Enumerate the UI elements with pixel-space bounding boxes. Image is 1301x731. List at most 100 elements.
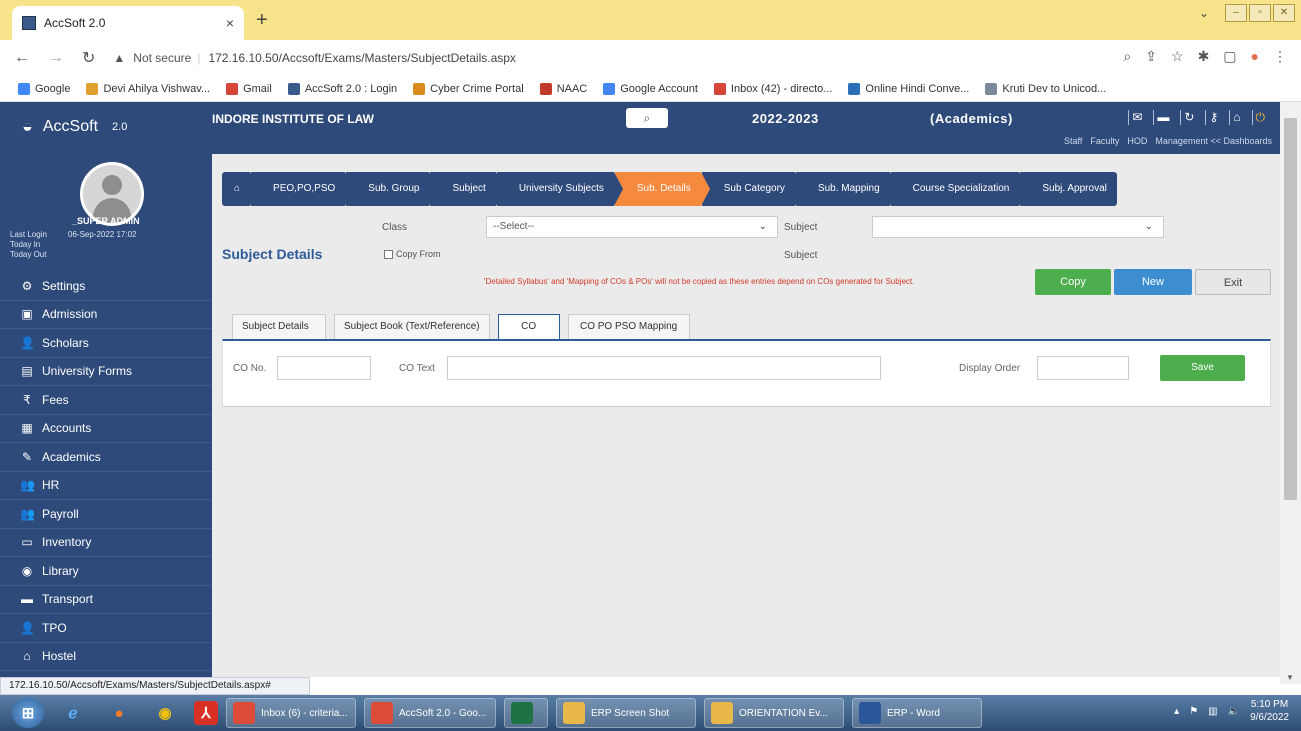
sidebar-item-settings[interactable]: ⚙ Settings (0, 272, 212, 301)
copy-button[interactable]: Copy (1035, 269, 1111, 295)
chrome-icon[interactable]: ◉ (148, 698, 182, 728)
scrollbar-thumb[interactable] (1284, 118, 1297, 500)
sidebar-item-inventory[interactable]: ▭ Inventory (0, 529, 212, 557)
taskbar-app[interactable]: Inbox (6) - criteria... (226, 698, 356, 728)
volume-icon[interactable]: 🔈 (1228, 706, 1240, 717)
acrobat-icon[interactable]: ⅄ (194, 701, 218, 725)
internet-explorer-icon[interactable]: ℯ (56, 698, 90, 728)
bookmark-item[interactable]: Devi Ahilya Vishwav... (86, 82, 210, 95)
scroll-down-icon[interactable]: ▼ (1286, 673, 1294, 682)
sidebar-item-tpo[interactable]: 👤 TPO (0, 614, 212, 643)
key-icon[interactable]: ⚷ (1205, 110, 1221, 125)
tab-co[interactable]: CO (497, 314, 560, 340)
new-button[interactable]: New (1114, 269, 1192, 295)
star-icon[interactable]: ☆ (1171, 48, 1184, 65)
taskbar-app[interactable] (504, 698, 548, 728)
flag-icon[interactable]: ⚑ (1189, 706, 1198, 717)
tab-subject-book-text-reference-[interactable]: Subject Book (Text/Reference) (334, 314, 490, 340)
sidebar-item-accounts[interactable]: ▦ Accounts (0, 415, 212, 443)
not-secure-label[interactable]: Not secure (133, 51, 191, 65)
app-logo[interactable]: ◒ AccSoft 2.0 (22, 116, 127, 137)
wizard-step[interactable]: Sub. Details (614, 172, 710, 206)
chevron-down-icon[interactable]: ⌄ (1199, 6, 1209, 20)
wizard-step[interactable]: ⌂ (222, 172, 260, 206)
co-no-input[interactable] (277, 356, 371, 380)
home-icon[interactable]: ⌂ (1229, 110, 1243, 125)
tray-arrow-icon[interactable]: ▴ (1174, 706, 1179, 717)
bookmark-item[interactable]: Google Account (603, 82, 698, 95)
vertical-scrollbar[interactable]: ▼ (1280, 102, 1301, 684)
checkbox-box[interactable] (384, 249, 393, 259)
wizard-step[interactable]: Sub. Mapping (795, 172, 899, 206)
bookmark-item[interactable]: Gmail (226, 82, 272, 95)
maximize-button[interactable]: ▫ (1249, 4, 1271, 22)
wizard-step[interactable]: Sub Category (701, 172, 805, 206)
bookmark-item[interactable]: Google (18, 82, 70, 95)
sidebar-item-scholars[interactable]: 👤 Scholars (0, 329, 212, 358)
minimize-button[interactable]: – (1225, 4, 1247, 22)
bookmark-item[interactable]: AccSoft 2.0 : Login (287, 82, 397, 95)
refresh-icon[interactable]: ↻ (1180, 110, 1197, 125)
sidepanel-icon[interactable]: ▢ (1223, 48, 1236, 65)
menu-kebab-icon[interactable]: ⋮ (1273, 48, 1287, 65)
wizard-step[interactable]: PEO,PO,PSO (251, 172, 355, 206)
firefox-icon[interactable]: ● (102, 698, 136, 728)
sidebar-item-library[interactable]: ◉ Library (0, 557, 212, 586)
chat-icon[interactable]: ▬ (1153, 110, 1172, 125)
sidebar-item-fees[interactable]: ₹ Fees (0, 386, 212, 415)
bookmark-item[interactable]: Online Hindi Conve... (848, 82, 969, 95)
role-link[interactable]: Faculty (1090, 136, 1119, 146)
sidebar-item-admission[interactable]: ▣ Admission (0, 301, 212, 329)
wizard-step[interactable]: Sub. Group (346, 172, 439, 206)
wizard-step[interactable]: University Subjects (496, 172, 623, 206)
back-icon[interactable]: ← (14, 49, 30, 67)
search-icon[interactable]: ⌕ (626, 108, 668, 128)
copy-from-checkbox[interactable]: Copy From (384, 249, 441, 259)
wizard-step[interactable]: Subj. Approval (1020, 172, 1117, 206)
display-order-input[interactable] (1037, 356, 1129, 380)
extensions-icon[interactable]: ✱ (1198, 48, 1210, 65)
url-input[interactable]: 172.16.10.50/Accsoft/Exams/Masters/Subje… (208, 51, 515, 65)
new-tab-button[interactable]: + (256, 9, 268, 32)
taskbar-app[interactable]: AccSoft 2.0 - Goo... (364, 698, 496, 728)
taskbar-app[interactable]: ERP - Word (852, 698, 982, 728)
profile-avatar[interactable]: ● (1251, 48, 1259, 65)
class-select[interactable]: --Select-- ⌄ (486, 216, 778, 238)
role-link[interactable]: HOD (1127, 136, 1147, 146)
start-button[interactable]: ⊞ (12, 698, 44, 728)
mail-icon[interactable]: ✉ (1128, 110, 1145, 125)
exit-button[interactable]: Exit (1195, 269, 1271, 295)
bookmark-item[interactable]: NAAC (539, 82, 587, 95)
sidebar-item-university-forms[interactable]: ▤ University Forms (0, 358, 212, 386)
bookmark-item[interactable]: Cyber Crime Portal (413, 82, 524, 95)
browser-tab[interactable]: AccSoft 2.0 × (12, 6, 244, 40)
tab-co-po-pso-mapping[interactable]: CO PO PSO Mapping (567, 314, 690, 340)
zoom-icon[interactable]: ⌕ (1123, 48, 1131, 65)
role-link[interactable]: Management << Dashboards (1155, 136, 1272, 146)
sidebar-item-transport[interactable]: ▬ Transport (0, 586, 212, 614)
taskbar-app[interactable]: ORIENTATION Ev... (704, 698, 844, 728)
taskbar-app[interactable]: ERP Screen Shot (556, 698, 696, 728)
reload-icon[interactable]: ↻ (82, 48, 95, 68)
wizard-step[interactable]: Subject (430, 172, 506, 206)
network-icon[interactable]: ▥ (1208, 706, 1217, 717)
bookmark-item[interactable]: Kruti Dev to Unicod... (985, 82, 1106, 95)
save-button[interactable]: Save (1160, 355, 1245, 381)
sidebar-item-hostel[interactable]: ⌂ Hostel (0, 643, 212, 671)
bookmark-item[interactable]: Inbox (42) - directo... (713, 82, 832, 95)
wizard-step[interactable]: Course Specialization (890, 172, 1029, 206)
sidebar-item-payroll[interactable]: 👥 Payroll (0, 500, 212, 529)
share-icon[interactable]: ⇪ (1145, 48, 1157, 65)
tab-subject-details[interactable]: Subject Details (232, 314, 326, 340)
display-order-label: Display Order (959, 363, 1021, 374)
power-icon[interactable]: ⏻ (1251, 110, 1269, 125)
tab-close-icon[interactable]: × (226, 15, 234, 31)
clock[interactable]: 5:10 PM 9/6/2022 (1250, 698, 1289, 724)
sidebar-item-hr[interactable]: 👥 HR (0, 472, 212, 500)
co-text-input[interactable] (447, 356, 881, 380)
role-link[interactable]: Staff (1064, 136, 1082, 146)
forward-icon[interactable]: → (48, 49, 64, 67)
close-window-button[interactable]: ✕ (1273, 4, 1295, 22)
subject-select[interactable]: ⌄ (872, 216, 1164, 238)
sidebar-item-academics[interactable]: ✎ Academics (0, 443, 212, 472)
